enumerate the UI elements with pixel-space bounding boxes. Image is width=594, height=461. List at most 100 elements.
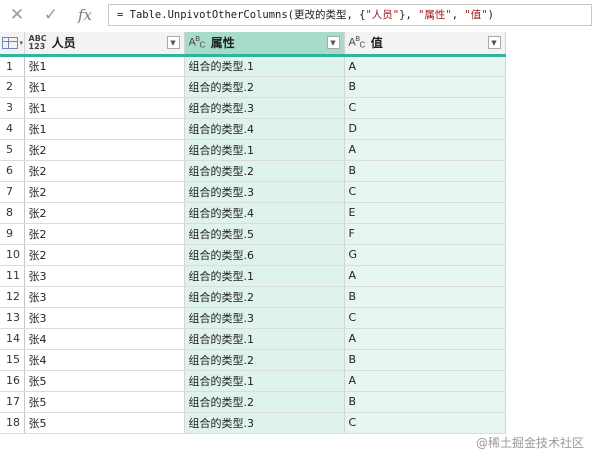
column-header-label: 人员: [51, 36, 76, 51]
any-type-icon[interactable]: ABC 123: [29, 34, 47, 51]
cell-value[interactable]: B: [344, 76, 506, 98]
cell-attribute[interactable]: 组合的类型.2: [184, 391, 345, 413]
column-header-attribute[interactable]: ABC 属性 ▼: [184, 32, 345, 57]
table-row[interactable]: 15 张4 组合的类型.2 B: [0, 349, 506, 371]
cell-value[interactable]: A: [344, 55, 506, 77]
row-number: 12: [0, 286, 25, 308]
cell-value[interactable]: C: [344, 412, 506, 434]
cell-person[interactable]: 张3: [24, 286, 185, 308]
cell-value[interactable]: C: [344, 181, 506, 203]
cell-value[interactable]: A: [344, 265, 506, 287]
filter-dropdown-icon[interactable]: ▼: [326, 36, 340, 50]
close-icon[interactable]: ✕: [0, 0, 34, 30]
cell-value[interactable]: C: [344, 307, 506, 329]
cell-person[interactable]: 张5: [24, 391, 185, 413]
table-row[interactable]: 9 张2 组合的类型.5 F: [0, 223, 506, 245]
cell-value[interactable]: C: [344, 97, 506, 119]
table-row[interactable]: 14 张4 组合的类型.1 A: [0, 328, 506, 350]
table-row[interactable]: 6 张2 组合的类型.2 B: [0, 160, 506, 182]
cell-person[interactable]: 张1: [24, 76, 185, 98]
cell-attribute[interactable]: 组合的类型.3: [184, 97, 345, 119]
table-row[interactable]: 16 张5 组合的类型.1 A: [0, 370, 506, 392]
cell-value[interactable]: A: [344, 370, 506, 392]
cell-value[interactable]: A: [344, 139, 506, 161]
cell-attribute[interactable]: 组合的类型.2: [184, 76, 345, 98]
cell-person[interactable]: 张2: [24, 223, 185, 245]
checkmark-icon[interactable]: ✓: [34, 0, 68, 30]
cell-value[interactable]: B: [344, 391, 506, 413]
table-row[interactable]: 13 张3 组合的类型.3 C: [0, 307, 506, 329]
cell-attribute[interactable]: 组合的类型.1: [184, 370, 345, 392]
filter-dropdown-icon[interactable]: ▼: [166, 36, 180, 50]
row-number: 4: [0, 118, 25, 140]
cell-attribute[interactable]: 组合的类型.4: [184, 118, 345, 140]
row-number: 2: [0, 76, 25, 98]
row-number: 15: [0, 349, 25, 371]
cell-person[interactable]: 张2: [24, 244, 185, 266]
text-type-icon[interactable]: ABC: [349, 36, 366, 50]
formula-string-value: "值": [464, 9, 488, 21]
cell-attribute[interactable]: 组合的类型.3: [184, 181, 345, 203]
cell-attribute[interactable]: 组合的类型.1: [184, 139, 345, 161]
cell-attribute[interactable]: 组合的类型.5: [184, 223, 345, 245]
table-row[interactable]: 11 张3 组合的类型.1 A: [0, 265, 506, 287]
cell-person[interactable]: 张3: [24, 307, 185, 329]
fx-icon[interactable]: fx: [68, 0, 102, 30]
table-icon: [2, 36, 19, 49]
data-grid: ▾ ABC 123 人员 ▼ ABC 属性 ▼ ABC 值 ▼ 1 张1 组合的…: [0, 32, 506, 434]
table-row[interactable]: 4 张1 组合的类型.4 D: [0, 118, 506, 140]
table-row[interactable]: 7 张2 组合的类型.3 C: [0, 181, 506, 203]
formula-string-person: "人员": [365, 9, 400, 21]
cell-person[interactable]: 张2: [24, 181, 185, 203]
cell-value[interactable]: E: [344, 202, 506, 224]
cell-attribute[interactable]: 组合的类型.4: [184, 202, 345, 224]
table-row[interactable]: 3 张1 组合的类型.3 C: [0, 97, 506, 119]
filter-dropdown-icon[interactable]: ▼: [487, 36, 501, 50]
cell-person[interactable]: 张2: [24, 160, 185, 182]
cell-value[interactable]: F: [344, 223, 506, 245]
cell-person[interactable]: 张2: [24, 139, 185, 161]
cell-attribute[interactable]: 组合的类型.3: [184, 412, 345, 434]
cell-person[interactable]: 张5: [24, 370, 185, 392]
cell-attribute[interactable]: 组合的类型.2: [184, 286, 345, 308]
table-row[interactable]: 5 张2 组合的类型.1 A: [0, 139, 506, 161]
cell-person[interactable]: 张5: [24, 412, 185, 434]
cell-value[interactable]: A: [344, 328, 506, 350]
row-number: 18: [0, 412, 25, 434]
cell-attribute[interactable]: 组合的类型.6: [184, 244, 345, 266]
table-row[interactable]: 10 张2 组合的类型.6 G: [0, 244, 506, 266]
table-menu-button[interactable]: ▾: [0, 32, 25, 57]
table-row[interactable]: 1 张1 组合的类型.1 A: [0, 55, 506, 77]
table-row[interactable]: 2 张1 组合的类型.2 B: [0, 76, 506, 98]
watermark: @稀土掘金技术社区: [475, 436, 584, 450]
cell-person[interactable]: 张2: [24, 202, 185, 224]
table-row[interactable]: 12 张3 组合的类型.2 B: [0, 286, 506, 308]
cell-person[interactable]: 张4: [24, 328, 185, 350]
cell-value[interactable]: B: [344, 286, 506, 308]
text-type-icon[interactable]: ABC: [189, 36, 206, 50]
cell-person[interactable]: 张3: [24, 265, 185, 287]
table-row[interactable]: 17 张5 组合的类型.2 B: [0, 391, 506, 413]
cell-attribute[interactable]: 组合的类型.2: [184, 349, 345, 371]
cell-attribute[interactable]: 组合的类型.1: [184, 55, 345, 77]
chevron-down-icon: ▾: [19, 38, 23, 47]
table-row[interactable]: 18 张5 组合的类型.3 C: [0, 412, 506, 434]
row-number: 9: [0, 223, 25, 245]
table-row[interactable]: 8 张2 组合的类型.4 E: [0, 202, 506, 224]
cell-person[interactable]: 张1: [24, 118, 185, 140]
cell-value[interactable]: G: [344, 244, 506, 266]
cell-person[interactable]: 张1: [24, 97, 185, 119]
cell-attribute[interactable]: 组合的类型.1: [184, 328, 345, 350]
cell-value[interactable]: B: [344, 160, 506, 182]
cell-value[interactable]: B: [344, 349, 506, 371]
cell-attribute[interactable]: 组合的类型.1: [184, 265, 345, 287]
column-header-person[interactable]: ABC 123 人员 ▼: [24, 32, 185, 57]
column-header-value[interactable]: ABC 值 ▼: [344, 32, 506, 57]
cell-person[interactable]: 张4: [24, 349, 185, 371]
cell-attribute[interactable]: 组合的类型.3: [184, 307, 345, 329]
formula-input[interactable]: = Table.UnpivotOtherColumns(更改的类型, {"人员"…: [108, 4, 592, 26]
row-number: 11: [0, 265, 25, 287]
cell-value[interactable]: D: [344, 118, 506, 140]
cell-person[interactable]: 张1: [24, 55, 185, 77]
cell-attribute[interactable]: 组合的类型.2: [184, 160, 345, 182]
